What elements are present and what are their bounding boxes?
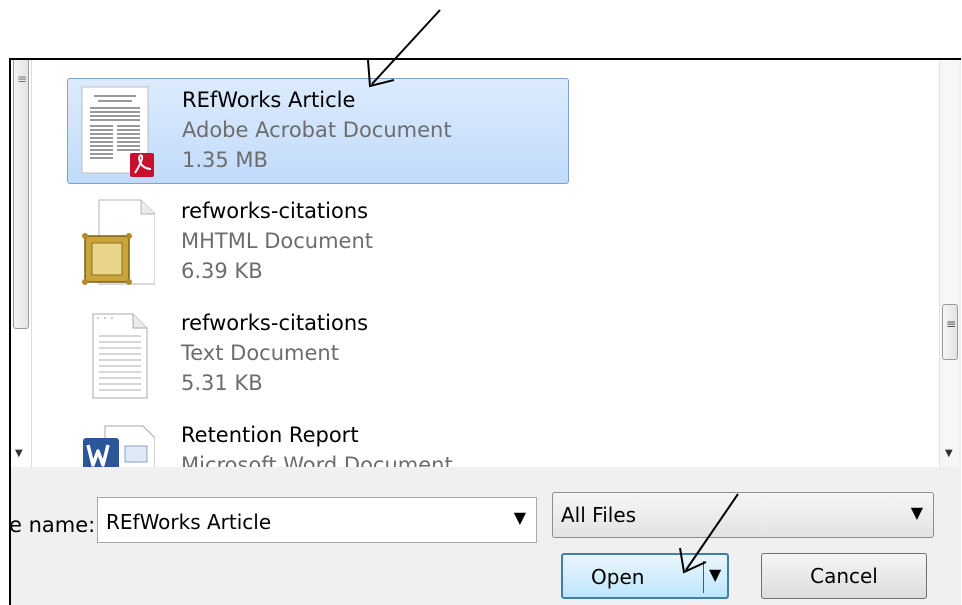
file-meta: Retention Report Microsoft Word Document [181, 420, 453, 467]
file-meta: refworks-citations MHTML Document 6.39 K… [181, 196, 373, 286]
file-name-label: e name: [9, 513, 96, 537]
file-type: Adobe Acrobat Document [182, 118, 452, 142]
file-type: MHTML Document [181, 229, 374, 253]
grip-icon: ≡ [17, 72, 28, 86]
file-type-select[interactable]: All Files ▼ [552, 492, 934, 538]
file-size: 6.39 KB [181, 259, 263, 283]
file-size: 1.35 MB [182, 148, 268, 172]
word-document-icon [79, 420, 156, 467]
text-document-icon [79, 308, 155, 400]
scrollbar-thumb[interactable]: ≡ [942, 304, 958, 360]
open-file-dialog: ≡ ▼ REfWorks Article Adobe Acrobat Docum… [9, 58, 961, 605]
file-list-pane: ≡ ▼ REfWorks Article Adobe Acrobat Docum… [11, 60, 959, 467]
scroll-down-arrow-icon[interactable]: ▼ [15, 448, 23, 459]
file-name: REfWorks Article [182, 88, 356, 112]
file-list: REfWorks Article Adobe Acrobat Document … [67, 60, 927, 467]
file-name-input[interactable]: REfWorks Article ▼ [97, 497, 537, 543]
file-item[interactable]: Retention Report Microsoft Word Document [67, 414, 567, 467]
file-type: Text Document [181, 341, 339, 365]
grip-icon: ≡ [946, 317, 957, 331]
open-dropdown-chevron-icon[interactable]: ▼ [709, 565, 721, 584]
cancel-button[interactable]: Cancel [761, 553, 927, 599]
file-size: 5.31 KB [181, 371, 263, 395]
file-name: refworks-citations [181, 311, 369, 335]
chevron-down-icon[interactable]: ▼ [514, 508, 526, 527]
scroll-down-arrow-icon[interactable]: ▼ [945, 448, 953, 459]
file-item[interactable]: REfWorks Article Adobe Acrobat Document … [67, 78, 569, 184]
open-button-label: Open [591, 565, 645, 589]
vertical-scrollbar[interactable]: ≡ ▼ [939, 60, 959, 467]
file-meta: REfWorks Article Adobe Acrobat Document … [182, 85, 452, 175]
file-type: Microsoft Word Document [181, 453, 453, 467]
file-item[interactable]: refworks-citations Text Document 5.31 KB [67, 302, 567, 406]
file-type-value: All Files [561, 503, 637, 527]
split-divider [703, 561, 704, 593]
mhtml-document-icon [79, 196, 156, 288]
file-name-value: REfWorks Article [106, 510, 272, 534]
file-meta: refworks-citations Text Document 5.31 KB [181, 308, 368, 398]
file-name: Retention Report [181, 423, 359, 447]
left-pane-scrollbar[interactable]: ≡ ▼ [11, 60, 32, 467]
open-button[interactable]: Open ▼ [561, 553, 729, 599]
file-item[interactable]: refworks-citations MHTML Document 6.39 K… [67, 190, 567, 294]
dialog-footer: e name: REfWorks Article ▼ All Files ▼ O… [9, 467, 959, 605]
file-name: refworks-citations [181, 199, 369, 223]
chevron-down-icon: ▼ [910, 503, 923, 522]
pdf-document-icon [80, 85, 156, 177]
left-scrollbar-thumb[interactable]: ≡ [13, 60, 29, 329]
